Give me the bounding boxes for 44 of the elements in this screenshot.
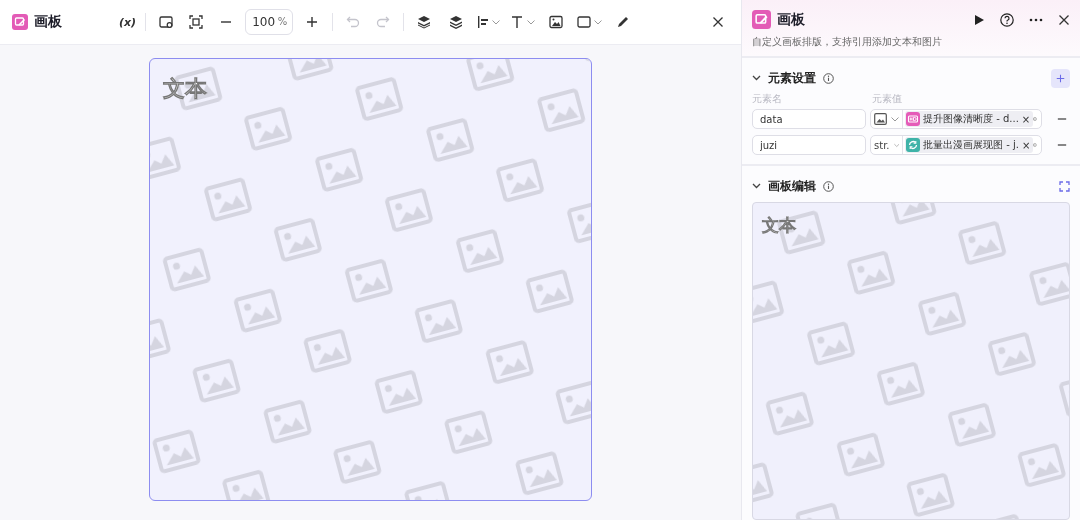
image-type-icon xyxy=(874,113,887,125)
chevron-down-icon xyxy=(893,142,899,148)
percent-unit: % xyxy=(277,16,288,27)
column-header: 元素值 xyxy=(872,92,902,106)
canvas-text[interactable]: 文本 xyxy=(762,214,796,237)
help-icon[interactable] xyxy=(1000,12,1014,27)
board-logo-icon xyxy=(12,14,28,30)
type-dropdown[interactable] xyxy=(871,110,903,128)
reference-tag[interactable]: 提升图像清晰度 - d... × xyxy=(905,111,1034,127)
add-element-button[interactable] xyxy=(1051,68,1070,88)
board-canvas[interactable]: 文本 xyxy=(149,58,592,501)
chevron-down-icon xyxy=(492,19,501,25)
panel-description: 自定义画板排版，支持引用添加文本和图片 xyxy=(752,35,943,49)
section-title: 元素设置 xyxy=(768,69,816,87)
chevron-down-icon xyxy=(527,19,536,25)
board-preview[interactable]: 文本 xyxy=(752,202,1070,520)
close-icon[interactable] xyxy=(1058,13,1070,26)
board-logo-icon xyxy=(752,10,771,29)
plus-icon xyxy=(1056,73,1065,83)
run-icon[interactable] xyxy=(974,13,985,26)
type-dropdown[interactable]: str. xyxy=(871,136,903,154)
reference-tag[interactable]: 批量出漫画展现图 - j. × xyxy=(905,137,1034,153)
panel-title: 画板 xyxy=(777,10,805,29)
fullscreen-icon[interactable] xyxy=(1059,180,1070,192)
info-icon[interactable] xyxy=(823,72,834,84)
text-icon xyxy=(510,15,525,29)
more-icon[interactable] xyxy=(1029,17,1043,22)
canvas-text[interactable]: 文本 xyxy=(163,74,207,104)
chevron-icon[interactable] xyxy=(752,183,761,189)
chevron-icon[interactable] xyxy=(752,75,761,81)
rectangle-icon xyxy=(577,16,592,28)
section-title: 画板编辑 xyxy=(768,177,816,195)
remove-tag-icon[interactable]: × xyxy=(1021,139,1031,151)
element-name-field[interactable]: data xyxy=(752,109,866,129)
chevron-down-icon xyxy=(891,116,899,122)
type-label: str. xyxy=(874,139,890,151)
chevron-down-icon xyxy=(594,19,603,25)
remove-tag-icon[interactable]: × xyxy=(1021,113,1031,125)
editor-title: 画板 xyxy=(34,13,62,31)
element-name-field[interactable]: juzi xyxy=(752,135,866,155)
info-icon[interactable] xyxy=(823,180,834,192)
align-left-icon xyxy=(477,15,490,29)
column-header: 元素名 xyxy=(752,92,783,106)
variable-button[interactable]: (x) xyxy=(119,15,137,29)
